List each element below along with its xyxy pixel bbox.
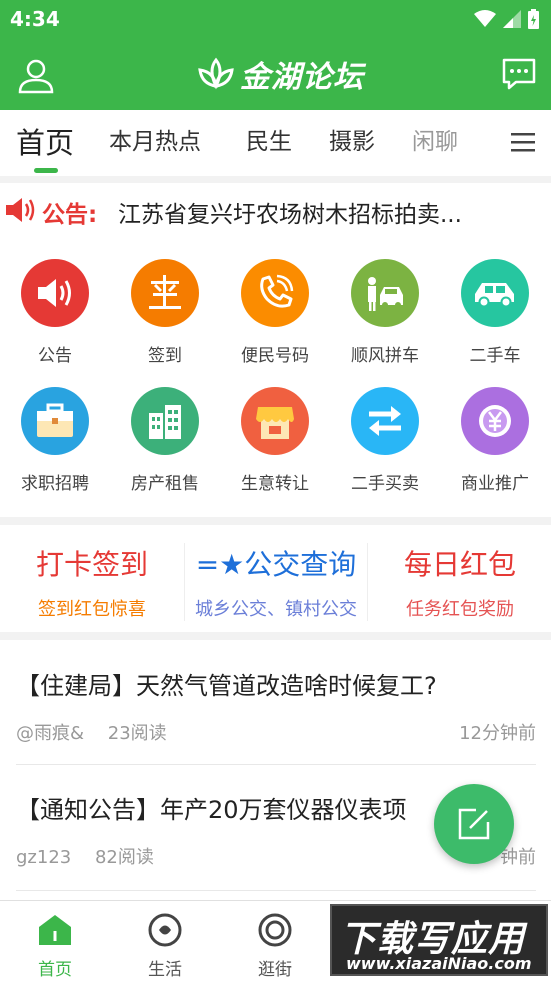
grid-label: 生意转让 — [241, 474, 309, 494]
user-icon[interactable] — [16, 56, 56, 96]
grid-item-sign-in[interactable]: 签到 — [110, 259, 220, 379]
post-reads: 82阅读 — [94, 847, 154, 868]
grid-label: 签到 — [148, 346, 182, 366]
grid-item-business-transfer[interactable]: 生意转让 — [220, 387, 330, 507]
phone-icon — [241, 259, 309, 327]
lotus-logo-icon — [198, 57, 234, 90]
status-bar: 4:34 — [0, 0, 551, 38]
post-meta: @雨痕& 23阅读 12分钟前 — [16, 719, 536, 744]
status-icons — [474, 9, 539, 29]
promo-row: 打卡签到 签到红包惊喜 =★公交查询 城乡公交、镇村公交 每日红包 任务红包奖励 — [0, 525, 551, 632]
post-title[interactable]: 【住建局】天然气管道改造啥时候复工? — [16, 666, 536, 701]
compose-button[interactable] — [434, 784, 514, 864]
signal-icon — [503, 10, 521, 28]
promo-checkin[interactable]: 打卡签到 签到红包惊喜 — [0, 543, 184, 621]
grid-label: 顺风拼车 — [351, 346, 419, 366]
briefcase-icon — [21, 387, 89, 455]
grid-label: 二手买卖 — [351, 474, 419, 494]
car-icon — [461, 259, 529, 327]
life-icon — [148, 913, 182, 947]
grid-item-real-estate[interactable]: 房产租售 — [110, 387, 220, 507]
promo-daily-red-packet[interactable]: 每日红包 任务红包奖励 — [368, 543, 551, 621]
active-tab-indicator — [34, 168, 58, 173]
grid-label: 求职招聘 — [21, 474, 89, 494]
promo-subtitle: 城乡公交、镇村公交 — [195, 599, 357, 620]
nav-label: 逛街 — [258, 960, 292, 980]
divider — [16, 890, 536, 891]
grid-label: 便民号码 — [241, 346, 309, 366]
speaker-icon — [21, 259, 89, 327]
post-author: @雨痕& — [16, 723, 85, 744]
message-icon[interactable] — [501, 56, 537, 92]
shop-icon — [241, 387, 309, 455]
post-reads: 23阅读 — [107, 723, 167, 744]
notice-text[interactable]: 江苏省复兴圩农场树木招标拍卖... — [118, 195, 528, 229]
notice-bar[interactable]: 公告: 江苏省复兴圩农场树木招标拍卖... — [0, 183, 551, 241]
promo-title: 打卡签到 — [35, 548, 148, 581]
yen-icon — [461, 387, 529, 455]
sign-in-icon — [131, 259, 199, 327]
nav-home[interactable]: 首页 — [0, 913, 110, 980]
grid-item-secondhand[interactable]: 二手买卖 — [330, 387, 440, 507]
grid-label: 公告 — [38, 346, 72, 366]
shopping-icon — [258, 913, 292, 947]
speaker-icon — [6, 198, 35, 222]
nav-label: 生活 — [148, 960, 182, 980]
promo-subtitle: 任务红包奖励 — [406, 599, 514, 620]
menu-icon[interactable] — [511, 132, 535, 152]
promo-bus-query[interactable]: =★公交查询 城乡公交、镇村公交 — [184, 543, 368, 621]
notice-label: 公告: — [42, 202, 98, 228]
battery-icon — [528, 9, 539, 29]
nav-life[interactable]: 生活 — [110, 913, 220, 980]
tab-livelihood[interactable]: 民生 — [246, 122, 292, 156]
tab-photography[interactable]: 摄影 — [329, 122, 375, 156]
tab-chat[interactable]: 闲聊 — [412, 122, 458, 156]
grid-label: 商业推广 — [461, 474, 529, 494]
grid-item-carpool[interactable]: 顺风拼车 — [330, 259, 440, 379]
grid-item-jobs[interactable]: 求职招聘 — [0, 387, 110, 507]
post-time: 12分钟前 — [459, 723, 536, 744]
exchange-icon — [351, 387, 419, 455]
post-author: gz123 — [16, 847, 72, 868]
grid-item-used-car[interactable]: 二手车 — [440, 259, 550, 379]
edit-icon — [458, 808, 490, 840]
grid-label: 二手车 — [469, 346, 521, 366]
building-icon — [131, 387, 199, 455]
tab-home[interactable]: 首页 — [16, 120, 74, 162]
divider — [16, 764, 536, 765]
grid-item-announcement[interactable]: 公告 — [0, 259, 110, 379]
promo-subtitle: 签到红包惊喜 — [38, 599, 146, 620]
logo-text: 金湖论坛 — [240, 60, 364, 95]
promo-title: =★公交查询 — [195, 548, 357, 581]
app-header: 金湖论坛 — [0, 38, 551, 110]
carpool-icon — [351, 259, 419, 327]
grid-item-promotion[interactable]: 商业推广 — [440, 387, 550, 507]
category-tabs: 首页 本月热点 民生 摄影 闲聊 — [0, 110, 551, 176]
home-icon — [39, 915, 71, 945]
promo-title: 每日红包 — [403, 548, 516, 581]
watermark: 下载写应用 www.xiazaiNiao.com — [330, 904, 548, 976]
status-time: 4:34 — [10, 7, 60, 31]
service-grid: 公告 签到 便民号码 顺风拼车 二手车 求职招聘 房产租售 生意转让 二手买卖 … — [0, 241, 551, 517]
grid-item-phone[interactable]: 便民号码 — [220, 259, 330, 379]
grid-label: 房产租售 — [131, 474, 199, 494]
nav-shopping[interactable]: 逛街 — [220, 913, 330, 980]
wifi-icon — [474, 10, 496, 27]
list-item[interactable]: 【住建局】天然气管道改造啥时候复工? @雨痕& 23阅读 12分钟前 — [16, 666, 536, 744]
app-logo: 金湖论坛 — [196, 50, 364, 98]
tab-monthly-hot[interactable]: 本月热点 — [109, 122, 201, 156]
post-title[interactable]: 【通知公告】年产20万套仪器仪表项 — [16, 790, 446, 825]
nav-label: 首页 — [38, 960, 72, 980]
watermark-url: www.xiazaiNiao.com — [346, 954, 532, 973]
